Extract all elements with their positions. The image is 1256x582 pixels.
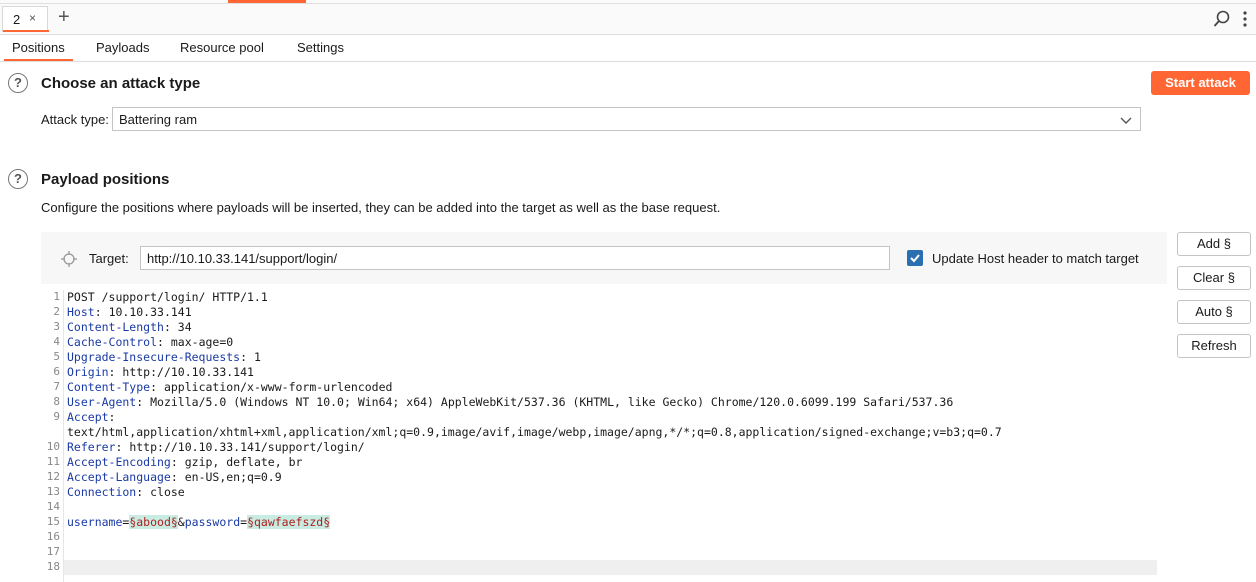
line-number: 10 <box>46 440 60 453</box>
header-name: Connection <box>67 485 137 499</box>
header-name: Upgrade-Insecure-Requests <box>67 350 241 364</box>
line-number: 2 <box>53 305 60 318</box>
header-name: Accept <box>67 410 109 424</box>
auto-markers-button[interactable]: Auto § <box>1177 300 1251 324</box>
header-name: Accept-Encoding <box>67 455 171 469</box>
line-number: 16 <box>46 530 60 543</box>
search-icon[interactable] <box>1213 10 1231 28</box>
line-number: 6 <box>53 365 60 378</box>
refresh-button[interactable]: Refresh <box>1177 334 1251 358</box>
line-number: 3 <box>53 320 60 333</box>
line-number: 11 <box>46 455 60 468</box>
header-line: Upgrade-Insecure-Requests: 1 <box>67 350 261 364</box>
header-line: Content-Type: application/x-www-form-url… <box>67 380 393 394</box>
header-line: Referer: http://10.10.33.141/support/log… <box>67 440 365 454</box>
plus-icon[interactable]: + <box>58 7 70 27</box>
help-icon[interactable]: ? <box>8 169 28 189</box>
header-value: close <box>143 485 185 499</box>
line-number: 14 <box>46 500 60 513</box>
target-label: Target: <box>89 251 129 266</box>
line-number: 18 <box>46 560 60 573</box>
clear-markers-button[interactable]: Clear § <box>1177 266 1251 290</box>
update-host-checkbox[interactable] <box>907 250 923 266</box>
line-number: 12 <box>46 470 60 483</box>
header-name: Host <box>67 305 95 319</box>
divider <box>0 3 1256 4</box>
attack-type-title: Choose an attack type <box>41 75 201 92</box>
header-value: en-US,en;q=0.9 <box>177 470 282 484</box>
header-line-wrapped: text/html,application/xhtml+xml,applicat… <box>67 425 1002 439</box>
target-url-value: http://10.10.33.141/support/login/ <box>147 251 338 266</box>
line-number: 1 <box>53 290 60 303</box>
crosshair-icon <box>61 251 77 267</box>
update-host-label: Update Host header to match target <box>932 251 1139 266</box>
header-name: User-Agent <box>67 395 137 409</box>
header-name: Referer <box>67 440 116 454</box>
header-line: Accept-Language: en-US,en;q=0.9 <box>67 470 282 484</box>
request-editor[interactable]: 1 2 3 4 5 6 7 8 9 10 11 12 13 14 15 16 1… <box>41 290 1157 582</box>
attack-type-select[interactable]: Battering ram <box>112 107 1141 131</box>
line-number-gutter: 1 2 3 4 5 6 7 8 9 10 11 12 13 14 15 16 1… <box>41 290 64 582</box>
header-line: Content-Length: 34 <box>67 320 192 334</box>
target-url-input[interactable]: http://10.10.33.141/support/login/ <box>140 246 890 270</box>
param-name: password <box>184 515 241 529</box>
header-value: 34 <box>170 320 192 334</box>
active-tab-underline <box>3 30 49 32</box>
header-value: http://10.10.33.141 <box>115 365 254 379</box>
header-line: Accept: <box>67 410 116 424</box>
active-line-highlight <box>64 560 1157 575</box>
request-line: POST /support/login/ HTTP/1.1 <box>67 290 268 304</box>
header-value: Mozilla/5.0 (Windows NT 10.0; Win64; x64… <box>143 395 954 409</box>
payload-positions-title: Payload positions <box>41 171 170 188</box>
line-number: 8 <box>53 395 60 408</box>
request-tab[interactable]: 2 × <box>2 6 49 32</box>
header-line: Connection: close <box>67 485 185 499</box>
header-value: 1 <box>247 350 261 364</box>
request-tab-label: 2 <box>13 12 21 27</box>
payload-marker[interactable]: §qawfaefszd§ <box>247 515 331 529</box>
header-value: application/x-www-form-urlencoded <box>157 380 393 394</box>
more-vertical-icon[interactable] <box>1241 10 1249 28</box>
payload-marker[interactable]: §abood§ <box>129 515 178 529</box>
header-name: Accept-Language <box>67 470 171 484</box>
check-icon <box>910 254 920 263</box>
tab-payloads[interactable]: Payloads <box>96 40 149 55</box>
header-line: Cache-Control: max-age=0 <box>67 335 234 349</box>
line-number: 4 <box>53 335 60 348</box>
ampersand: & <box>177 515 185 529</box>
line-number: 7 <box>53 380 60 393</box>
tab-resource-pool[interactable]: Resource pool <box>180 40 264 55</box>
header-value: max-age=0 <box>163 335 234 349</box>
header-name: Content-Length <box>67 320 164 334</box>
line-number: 13 <box>46 485 60 498</box>
tab-positions[interactable]: Positions <box>4 40 73 61</box>
header-line: Accept-Encoding: gzip, deflate, br <box>67 455 303 469</box>
line-number: 17 <box>46 545 60 558</box>
header-value: 10.10.33.141 <box>101 305 192 319</box>
payload-positions-description: Configure the positions where payloads w… <box>41 200 721 215</box>
attack-type-value: Battering ram <box>119 112 198 127</box>
header-name: Cache-Control <box>67 335 158 349</box>
line-number: 5 <box>53 350 60 363</box>
attack-type-label: Attack type: <box>41 112 109 127</box>
chevron-down-icon <box>1120 117 1132 124</box>
header-value: gzip, deflate, br <box>177 455 303 469</box>
add-marker-button[interactable]: Add § <box>1177 232 1251 256</box>
header-line: Host: 10.10.33.141 <box>67 305 192 319</box>
header-name: Content-Type <box>67 380 151 394</box>
line-number: 15 <box>46 515 60 528</box>
start-attack-button[interactable]: Start attack <box>1151 71 1250 95</box>
header-name: Origin <box>67 365 109 379</box>
help-icon[interactable]: ? <box>8 73 28 93</box>
header-line: Origin: http://10.10.33.141 <box>67 365 254 379</box>
intruder-subtabs: Positions Payloads Resource pool Setting… <box>0 35 1256 62</box>
header-value: http://10.10.33.141/support/login/ <box>122 440 365 454</box>
param-name: username <box>67 515 123 529</box>
request-body-line: username=§abood§&password=§qawfaefszd§ <box>67 515 331 529</box>
tab-settings[interactable]: Settings <box>297 40 344 55</box>
close-icon[interactable]: × <box>29 11 36 25</box>
line-number: 9 <box>53 410 60 423</box>
request-tab-strip: 2 × + <box>0 0 1256 35</box>
header-line: User-Agent: Mozilla/5.0 (Windows NT 10.0… <box>67 395 954 409</box>
